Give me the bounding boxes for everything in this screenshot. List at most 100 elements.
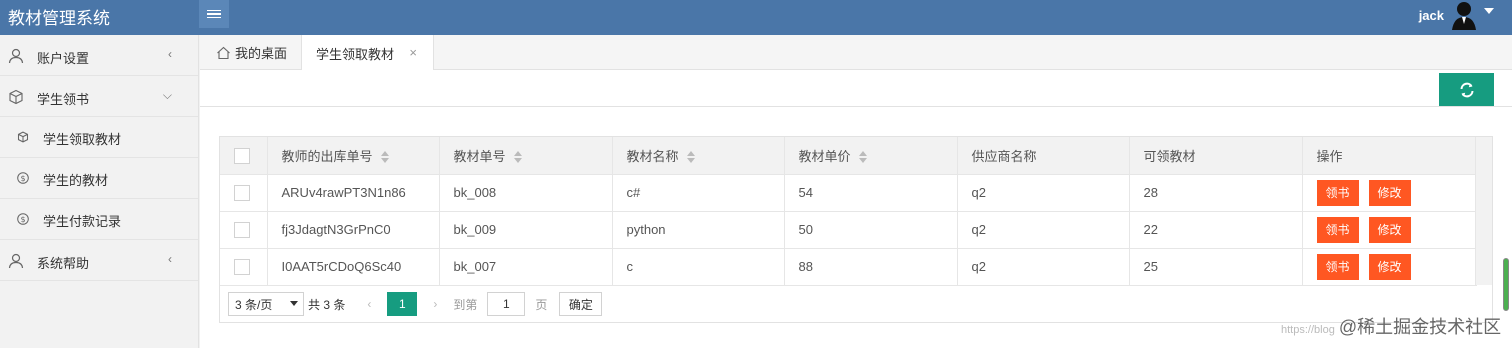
cell-order: ARUv4rawPT3N1n86	[267, 174, 440, 212]
cell-book-id: bk_008	[439, 174, 613, 212]
sidebar-item-label: 系统帮助	[37, 256, 90, 271]
cell-price: 54	[784, 174, 958, 212]
cell-order: fj3JdagtN3GrPnC0	[267, 211, 440, 249]
cell-price: 50	[784, 211, 958, 249]
menu-icon	[207, 8, 221, 21]
tab-receive-textbook[interactable]: 学生领取教材 ×	[302, 35, 434, 71]
cell-supplier: q2	[957, 211, 1130, 249]
row-checkbox[interactable]	[234, 184, 250, 201]
dollar-icon: $	[17, 172, 29, 184]
cube-icon	[8, 89, 24, 105]
app-title: 教材管理系统	[8, 9, 110, 28]
sidebar-item-label: 学生的教材	[43, 173, 109, 188]
goto-label: 到第	[453, 297, 478, 312]
prev-page-button[interactable]: ‹	[355, 297, 383, 311]
goto-confirm-button[interactable]: 确定	[559, 292, 603, 316]
cell-available: 22	[1129, 211, 1303, 249]
column-header[interactable]: 教材单价	[784, 137, 958, 175]
refresh-button[interactable]	[1439, 73, 1494, 106]
data-table: 教师的出库单号 教材单号 教材名称 教材单价 供应商名称 可领教材 操作 ARU…	[219, 136, 1493, 323]
sidebar: 账户设置 ‹ 学生领书 ⌵ 学生领取教材 $ 学生的教材 $ 学生付款记录 系统…	[0, 35, 199, 348]
sidebar-item-label: 账户设置	[37, 51, 90, 66]
cell-book-id: bk_009	[439, 211, 613, 249]
home-icon	[217, 46, 230, 59]
column-header[interactable]: 教师的出库单号	[267, 137, 440, 175]
username: jack	[1418, 7, 1444, 23]
column-header: 供应商名称	[957, 137, 1130, 175]
cell-available: 25	[1129, 248, 1303, 286]
menu-toggle-button[interactable]	[199, 0, 229, 28]
column-header[interactable]: 教材单号	[439, 137, 613, 175]
receive-button[interactable]: 领书	[1316, 253, 1359, 280]
sidebar-item-receive-textbook[interactable]: 学生领取教材	[0, 117, 198, 158]
sidebar-item-payment-records[interactable]: $ 学生付款记录	[0, 199, 198, 240]
select-all-checkbox[interactable]	[234, 147, 250, 164]
chevron-left-icon: ‹	[168, 47, 172, 61]
toolbar	[200, 70, 1512, 107]
column-header: 可领教材	[1129, 137, 1303, 175]
sidebar-item-student-textbooks[interactable]: $ 学生的教材	[0, 158, 198, 199]
user-icon	[8, 48, 24, 64]
sidebar-item-label: 学生付款记录	[43, 214, 122, 229]
cell-book-id: bk_007	[439, 248, 613, 286]
user-menu[interactable]: jack	[1419, 0, 1494, 30]
chevron-down-icon: ⌵	[162, 88, 172, 102]
scrollbar-thumb[interactable]	[1503, 258, 1509, 311]
cell-order: I0AAT5rCDoQ6Sc40	[267, 248, 440, 286]
tab-bar: 我的桌面 学生领取教材 ×	[200, 35, 1512, 71]
dollar-icon: $	[17, 213, 29, 225]
chevron-down-icon	[290, 301, 298, 306]
sort-icon[interactable]	[380, 151, 389, 164]
table-row: fj3JdagtN3GrPnC0 bk_009 python 50 q2 22 …	[220, 211, 1477, 249]
table-row: ARUv4rawPT3N1n86 bk_008 c# 54 q2 28 领书 修改	[220, 174, 1477, 212]
current-page-button[interactable]: 1	[387, 292, 418, 316]
sort-icon[interactable]	[513, 151, 522, 164]
close-icon[interactable]: ×	[409, 45, 417, 60]
page-size-select[interactable]: 3 条/页	[228, 292, 304, 316]
refresh-icon	[1460, 82, 1473, 97]
cell-book-name: c	[612, 248, 785, 286]
receive-button[interactable]: 领书	[1316, 216, 1359, 243]
cell-supplier: q2	[957, 248, 1130, 286]
table-scroll-gutter	[1475, 137, 1492, 285]
cell-price: 88	[784, 248, 958, 286]
cell-book-name: python	[612, 211, 785, 249]
watermark: https://blog @稀土掘金技术社区	[1281, 317, 1502, 337]
tab-home[interactable]: 我的桌面	[200, 35, 302, 70]
page-unit-label: 页	[535, 297, 548, 312]
top-header: 教材管理系统 jack	[0, 0, 1512, 35]
main-content: 教师的出库单号 教材单号 教材名称 教材单价 供应商名称 可领教材 操作 ARU…	[200, 70, 1512, 348]
svg-text:$: $	[20, 174, 25, 183]
row-checkbox[interactable]	[234, 258, 250, 275]
sort-icon[interactable]	[686, 151, 695, 164]
cell-book-name: c#	[612, 174, 785, 212]
sidebar-item-label: 学生领书	[37, 92, 90, 107]
sidebar-item-account[interactable]: 账户设置 ‹	[0, 35, 198, 76]
sidebar-item-label: 学生领取教材	[43, 132, 122, 147]
table-row: I0AAT5rCDoQ6Sc40 bk_007 c 88 q2 25 领书 修改	[220, 248, 1477, 286]
sidebar-item-help[interactable]: 系统帮助 ‹	[0, 240, 198, 281]
edit-button[interactable]: 修改	[1368, 179, 1411, 206]
chevron-down-icon	[1484, 8, 1494, 14]
svg-text:$: $	[20, 215, 25, 224]
receive-button[interactable]: 领书	[1316, 179, 1359, 206]
next-page-button[interactable]: ›	[421, 297, 449, 311]
sort-icon[interactable]	[858, 151, 867, 164]
tab-label: 我的桌面	[235, 46, 288, 61]
edit-button[interactable]: 修改	[1368, 216, 1411, 243]
column-header: 操作	[1302, 137, 1477, 175]
tab-label: 学生领取教材	[316, 46, 395, 62]
avatar	[1450, 0, 1478, 30]
chevron-left-icon: ‹	[168, 252, 172, 266]
sidebar-item-student-books[interactable]: 学生领书 ⌵	[0, 76, 198, 117]
edit-button[interactable]: 修改	[1368, 253, 1411, 280]
total-count: 共 3 条	[308, 297, 346, 312]
cell-available: 28	[1129, 174, 1303, 212]
column-header[interactable]: 教材名称	[612, 137, 785, 175]
table-header-row: 教师的出库单号 教材单号 教材名称 教材单价 供应商名称 可领教材 操作	[220, 137, 1477, 175]
cell-supplier: q2	[957, 174, 1130, 212]
user-icon	[8, 253, 24, 269]
cube-icon	[17, 131, 29, 143]
row-checkbox[interactable]	[234, 221, 250, 238]
goto-page-input[interactable]: 1	[487, 292, 526, 316]
